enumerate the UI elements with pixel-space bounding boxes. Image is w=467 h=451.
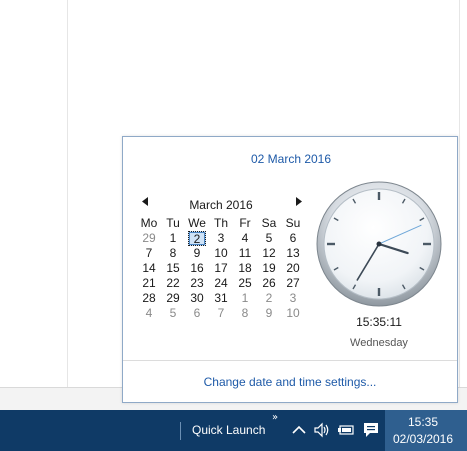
analog-clock <box>316 181 442 307</box>
weekday-label: Sa <box>261 216 277 230</box>
weekday-label: Tu <box>166 216 180 230</box>
weekday-label: Th <box>213 216 228 230</box>
calendar-day[interactable]: 3 <box>281 291 305 306</box>
calendar-day[interactable]: 14 <box>137 261 161 276</box>
clock-weekday: Wednesday <box>350 337 408 349</box>
calendar-day[interactable]: 5 <box>161 306 185 321</box>
taskbar-time: 15:35 <box>407 415 439 429</box>
triangle-right-icon <box>296 197 302 206</box>
calendar-day[interactable]: 21 <box>137 276 161 291</box>
clock-center-pin <box>376 241 382 247</box>
calendar-day[interactable]: 1 <box>233 291 257 306</box>
calendar-day[interactable]: 10 <box>209 246 233 261</box>
calendar-day[interactable]: 24 <box>209 276 233 291</box>
calendar-day[interactable]: 10 <box>281 306 305 321</box>
calendar-day[interactable]: 12 <box>257 246 281 261</box>
date-time-flyout: 02 March 2016 March 2016 Mo Tu We Th Fr Sa Su … <box>122 136 458 403</box>
change-date-time-settings-link[interactable]: Change date and time settings... <box>123 375 457 389</box>
calendar-day[interactable]: 22 <box>161 276 185 291</box>
network-icon[interactable] <box>337 420 355 440</box>
calendar-day-selected[interactable]: 2 <box>188 231 206 246</box>
calendar-day[interactable]: 29 <box>137 231 161 246</box>
calendar-day-grid: 29 1 2 3 4 5 6 7 8 9 10 11 12 13 14 15 16 17 18 19 20 21 22 23 2… <box>137 231 305 321</box>
calendar-day[interactable]: 7 <box>137 246 161 261</box>
calendar-header: March 2016 <box>137 193 305 215</box>
calendar-day[interactable]: 9 <box>185 246 209 261</box>
taskbar-separator <box>180 422 181 440</box>
weekday-header-row: Mo Tu We Th Fr Sa Su <box>137 215 305 231</box>
calendar-day[interactable]: 2 <box>257 291 281 306</box>
calendar-day[interactable]: 8 <box>233 306 257 321</box>
calendar-day[interactable]: 1 <box>161 231 185 246</box>
calendar-day[interactable]: 31 <box>209 291 233 306</box>
next-month-button[interactable] <box>296 197 302 210</box>
chevron-up-icon[interactable] <box>290 420 308 440</box>
calendar-day[interactable]: 25 <box>233 276 257 291</box>
calendar-day[interactable]: 11 <box>233 246 257 261</box>
calendar-day[interactable]: 6 <box>185 306 209 321</box>
calendar-day[interactable]: 8 <box>161 246 185 261</box>
volume-icon[interactable] <box>313 420 331 440</box>
calendar-day[interactable]: 20 <box>281 261 305 276</box>
calendar-day[interactable]: 6 <box>281 231 305 246</box>
window-edge-right <box>459 0 460 388</box>
calendar-day[interactable]: 4 <box>137 306 161 321</box>
clock-digital-time: 15:35:11 <box>356 315 402 329</box>
weekday-label: Su <box>285 216 301 230</box>
taskbar: Quick Launch » 15:35 02/03/2016 <box>0 410 467 451</box>
calendar-day[interactable]: 23 <box>185 276 209 291</box>
calendar-day[interactable]: 5 <box>257 231 281 246</box>
calendar-day[interactable]: 29 <box>161 291 185 306</box>
calendar-month-label[interactable]: March 2016 <box>137 198 305 212</box>
calendar-day[interactable]: 13 <box>281 246 305 261</box>
taskbar-clock[interactable]: 15:35 02/03/2016 <box>385 410 467 451</box>
calendar-day[interactable]: 27 <box>281 276 305 291</box>
calendar-day[interactable]: 26 <box>257 276 281 291</box>
flyout-full-date[interactable]: 02 March 2016 <box>123 152 459 166</box>
calendar-day[interactable]: 28 <box>137 291 161 306</box>
calendar-day[interactable]: 30 <box>185 291 209 306</box>
action-center-icon[interactable] <box>362 420 380 440</box>
weekday-label: Mo <box>140 216 158 230</box>
calendar-day[interactable]: 17 <box>209 261 233 276</box>
weekday-label: We <box>188 216 206 230</box>
calendar-day[interactable]: 3 <box>209 231 233 246</box>
window-edge-left <box>67 0 68 388</box>
calendar-day[interactable]: 19 <box>257 261 281 276</box>
taskbar-date: 02/03/2016 <box>392 432 454 446</box>
calendar-day[interactable]: 18 <box>233 261 257 276</box>
quick-launch-chevron-icon[interactable]: » <box>272 412 278 423</box>
calendar-day[interactable]: 9 <box>257 306 281 321</box>
calendar-day[interactable]: 16 <box>185 261 209 276</box>
calendar-day[interactable]: 15 <box>161 261 185 276</box>
weekday-label: Fr <box>239 216 251 230</box>
quick-launch-toolbar[interactable]: Quick Launch <box>192 423 265 437</box>
calendar-day[interactable]: 4 <box>233 231 257 246</box>
calendar-day[interactable]: 7 <box>209 306 233 321</box>
calendar: March 2016 Mo Tu We Th Fr Sa Su 29 1 2 3 4 5 6 7 8 9 10 1… <box>137 193 305 321</box>
flyout-divider <box>123 360 457 361</box>
